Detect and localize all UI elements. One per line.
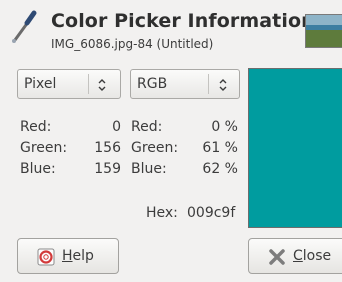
color-model-select[interactable]: RGB <box>130 69 240 99</box>
left-blue-value: 159 <box>94 161 121 177</box>
dialog-title: Color Picker Information <box>51 10 315 32</box>
chevron-updown-icon <box>98 79 106 91</box>
left-red-label: Red: <box>20 119 52 135</box>
pixel-mode-select[interactable]: Pixel <box>17 69 121 99</box>
left-green-label: Green: <box>20 140 68 156</box>
right-red-value: 0 % <box>211 119 238 135</box>
chevron-updown-icon <box>219 79 227 91</box>
left-blue-label: Blue: <box>20 161 56 177</box>
right-blue-label: Blue: <box>131 161 167 177</box>
image-subtitle: IMG_6086.jpg-84 (Untitled) <box>51 37 214 51</box>
pixel-mode-value: Pixel <box>24 76 57 92</box>
right-green-label: Green: <box>131 140 179 156</box>
color-swatch <box>248 68 342 228</box>
close-button[interactable]: Close <box>248 238 342 274</box>
right-green-value: 61 % <box>202 140 238 156</box>
close-icon <box>269 249 285 265</box>
color-picker-icon <box>12 10 37 43</box>
dialog-header: Color Picker Information IMG_6086.jpg-84… <box>0 0 342 60</box>
color-model-value: RGB <box>137 76 168 92</box>
close-button-label: Close <box>293 248 332 264</box>
help-button[interactable]: Help <box>17 238 119 274</box>
left-green-value: 156 <box>94 140 121 156</box>
help-icon <box>37 248 55 266</box>
hex-label: Hex: <box>146 205 178 221</box>
help-button-label: Help <box>62 248 94 264</box>
hex-value: 009c9f <box>187 205 236 221</box>
image-thumbnail <box>305 14 342 48</box>
right-blue-value: 62 % <box>202 161 238 177</box>
left-red-value: 0 <box>112 119 121 135</box>
right-red-label: Red: <box>131 119 163 135</box>
